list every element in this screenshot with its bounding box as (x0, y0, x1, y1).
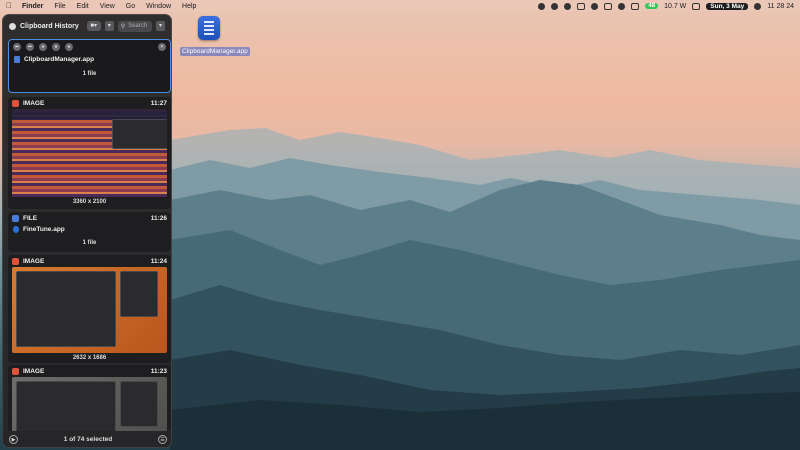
share-icon[interactable]: ➦ (13, 43, 21, 51)
card-type: IMAGE (23, 367, 45, 375)
menu-edit[interactable]: Edit (77, 3, 89, 10)
clipboard-history-panel: Clipboard History ■▾ ▾ ⚲ Search ▾ ➦ ➥ ● … (2, 14, 172, 448)
thumbnail-window (112, 119, 167, 149)
clipboard-card-image[interactable]: IMAGE 11:27 3360 x 2100 (8, 97, 171, 209)
image-thumbnail (12, 377, 167, 431)
rocket-icon[interactable] (551, 2, 559, 10)
window-icon[interactable] (631, 2, 640, 10)
image-thumbnail (12, 109, 167, 197)
menu-help[interactable]: Help (182, 3, 196, 10)
apple-icon[interactable]:  (6, 2, 14, 10)
panel-footer: ▶ 1 of 74 selected ☰ (3, 431, 171, 447)
search-placeholder: Search (128, 23, 148, 29)
settings-icon[interactable]: ☰ (158, 434, 167, 444)
image-type-icon (12, 257, 19, 265)
clipboard-card-image[interactable]: IMAGE 11:24 2632 x 1686 (8, 255, 171, 363)
menu-window[interactable]: Window (146, 3, 171, 10)
thumbnail-window (120, 271, 158, 317)
file-name: FineTune.app (23, 226, 65, 233)
panel-header: Clipboard History ■▾ ▾ ⚲ Search ▾ (3, 15, 171, 37)
card-type: FILE (23, 214, 38, 222)
date-pill[interactable]: Sun, 3 May (706, 2, 749, 10)
dropbox-icon[interactable] (591, 2, 599, 10)
bluetooth-icon[interactable] (564, 2, 572, 10)
display-icon[interactable] (604, 2, 613, 10)
image-type-icon (12, 99, 19, 107)
power-reading: 10.7 W (664, 2, 687, 10)
thumbnail-window (120, 381, 158, 427)
clock[interactable]: 11 28 24 (767, 3, 794, 10)
status-area: 48 10.7 W Sun, 3 May 11 28 24 (538, 2, 794, 10)
card-footer: 1 file (82, 71, 97, 77)
file-row: FineTune.app (8, 224, 171, 235)
card-header: IMAGE 11:24 (8, 255, 171, 267)
card-header: IMAGE 11:23 (8, 365, 171, 377)
card-footer: 2632 x 1686 (72, 355, 107, 361)
menu-go[interactable]: Go (126, 3, 135, 10)
selection-count: 1 of 74 selected (63, 435, 113, 443)
card-time: 11:23 (150, 367, 167, 375)
file-name: ClipboardManager.app (24, 56, 95, 63)
status-icon[interactable] (538, 2, 546, 10)
siri-icon[interactable] (754, 2, 762, 10)
view-mode-button[interactable]: ■▾ (86, 21, 101, 31)
image-thumbnail (12, 267, 167, 353)
file-row: ClipboardManager.app (9, 54, 170, 65)
card-time: 11:27 (150, 99, 167, 107)
card-time: 11:24 (150, 257, 167, 265)
thumbnail-window (16, 381, 116, 431)
card-type: IMAGE (23, 257, 45, 265)
more-icon[interactable]: ● (65, 43, 73, 51)
clipboard-history-icon (9, 22, 16, 30)
menu-view[interactable]: View (100, 3, 115, 10)
filter-chevron-icon[interactable]: ▾ (156, 21, 165, 31)
card-footer: 1 file (82, 240, 97, 246)
document-icon (198, 16, 220, 40)
card-actions: ➦ ➥ ● ● ● ✕ (9, 40, 170, 54)
menu-file[interactable]: File (54, 3, 65, 10)
battery-badge[interactable]: 48 (645, 3, 659, 9)
search-input[interactable]: ⚲ Search (117, 20, 152, 32)
app-icon[interactable] (577, 2, 586, 10)
control-center-icon[interactable] (692, 2, 701, 10)
clipboard-card-file[interactable]: FILE 11:26 FineTune.app 1 file (8, 212, 171, 252)
desktop-file-icon[interactable]: ClipboardManager.app (180, 16, 250, 58)
menu-app-name[interactable]: Finder (22, 3, 43, 10)
card-footer: 3360 x 2100 (72, 199, 107, 205)
finetune-app-icon (13, 226, 19, 233)
app-file-icon (14, 56, 20, 63)
chevron-down-icon[interactable]: ▾ (104, 21, 114, 31)
desktop-file-label: ClipboardManager.app (180, 47, 250, 56)
menu-bar:  Finder File Edit View Go Window Help 4… (0, 0, 800, 12)
thumbnail-window (16, 271, 116, 347)
clipboard-card-image[interactable]: IMAGE 11:23 (8, 365, 171, 431)
file-type-icon (12, 214, 19, 222)
copy-icon[interactable]: ● (39, 43, 47, 51)
close-icon[interactable]: ✕ (158, 43, 166, 51)
pin-icon[interactable]: ● (52, 43, 60, 51)
card-header: FILE 11:26 (8, 212, 171, 224)
clipboard-card-selected[interactable]: ➦ ➥ ● ● ● ✕ ClipboardManager.app 1 file (8, 39, 171, 93)
image-type-icon (12, 367, 19, 375)
search-icon: ⚲ (120, 23, 126, 30)
card-header: IMAGE 11:27 (8, 97, 171, 109)
card-type: IMAGE (23, 99, 45, 107)
card-time: 11:26 (150, 214, 167, 222)
panel-title: Clipboard History (20, 22, 79, 30)
clipboard-icon[interactable] (618, 2, 626, 10)
play-icon[interactable]: ▶ (9, 434, 18, 444)
forward-icon[interactable]: ➥ (26, 43, 34, 51)
